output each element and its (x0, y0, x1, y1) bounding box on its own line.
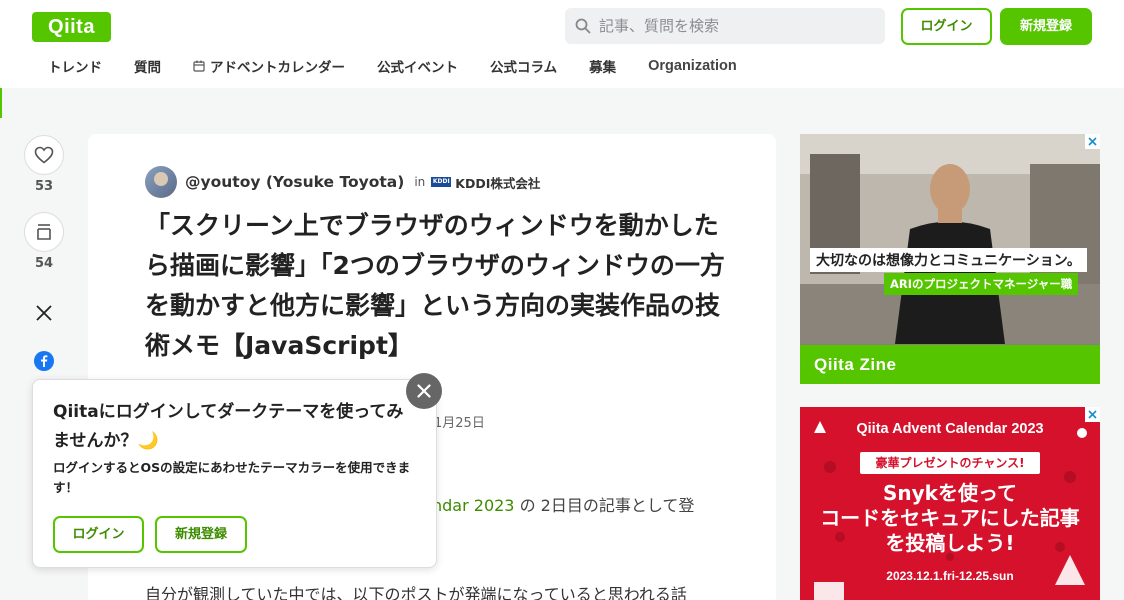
ad2-close-button[interactable] (1085, 407, 1100, 422)
ad1-subcaption: ARIのプロジェクトマネージャー職 (884, 273, 1079, 295)
heart-icon (34, 146, 54, 164)
share-facebook-button[interactable] (24, 347, 64, 375)
signup-button[interactable]: 新規登録 (1000, 8, 1092, 45)
author-name[interactable]: @youtoy (Yosuke Toyota) (185, 173, 404, 191)
close-icon (1088, 410, 1097, 419)
popup-description: ログインするとOSの設定にあわせたテーマカラーを使用できます！ (53, 460, 411, 495)
calendar-icon (193, 60, 205, 72)
popup-signup-button[interactable]: 新規登録 (155, 516, 247, 553)
nav-trend[interactable]: トレンド (48, 56, 102, 76)
ad2-line-3: を投稿しよう! (885, 531, 1015, 555)
stock-icon (37, 224, 51, 240)
dark-theme-popup: Qiitaにログインしてダークテーマを使ってみませんか？🌙 ログインするとOSの… (32, 379, 437, 568)
ad-advent-calendar[interactable]: Qiita Advent Calendar 2023 豪華プレゼントのチャンス!… (800, 407, 1100, 600)
ad-photo (800, 134, 1100, 344)
ad-qiita-zine[interactable]: 大切なのは想像力とコミュニケーション。 ARIのプロジェクトマネージャー職 Qi… (800, 134, 1100, 384)
nav-official-columns[interactable]: 公式コラム (490, 56, 557, 76)
search-input[interactable] (599, 17, 869, 35)
nav-advent-calendar[interactable]: アドベントカレンダー (193, 56, 345, 76)
ad2-line-1: Snykを使って (883, 481, 1017, 505)
main-nav: トレンド 質問 アドベントカレンダー 公式イベント 公式コラム 募集 Organ… (48, 56, 769, 76)
ad2-badge: 豪華プレゼントのチャンス! (860, 452, 1040, 474)
in-label: in (414, 175, 426, 189)
stock-button[interactable] (24, 212, 64, 252)
ad2-title: Qiita Advent Calendar 2023 (856, 421, 1044, 437)
popup-close-button[interactable] (406, 373, 442, 409)
article-title: 「スクリーン上でブラウザのウィンドウを動かしたら描画に影響」「2つのブラウザのウ… (145, 211, 725, 360)
ad1-brand: Qiita Zine (800, 345, 1100, 384)
org-name[interactable]: KDDI株式会社 (455, 173, 540, 192)
ad2-date: 2023.12.1.fri-12.25.sun (886, 569, 1014, 583)
side-actions: 53 54 (24, 135, 64, 271)
avatar[interactable] (145, 166, 177, 198)
like-button[interactable] (24, 135, 64, 175)
login-button[interactable]: ログイン (901, 8, 992, 45)
org-logo-icon: KDDI (431, 177, 452, 187)
popup-title: Qiitaにログインしてダークテーマを使ってみませんか？🌙 (53, 402, 404, 451)
facebook-icon (34, 351, 54, 371)
close-icon (1088, 137, 1097, 146)
ad1-close-button[interactable] (1085, 134, 1100, 149)
like-count: 53 (34, 179, 54, 194)
close-icon (417, 384, 431, 398)
nav-questions[interactable]: 質問 (134, 56, 161, 76)
ad1-caption: 大切なのは想像力とコミュニケーション。 (810, 248, 1087, 272)
x-icon (36, 305, 52, 321)
stock-count: 54 (34, 256, 54, 271)
popup-login-button[interactable]: ログイン (53, 516, 144, 553)
article-date: 1月25日 (434, 416, 485, 431)
article-intro: ndar 2023 の 2日目の記事として登 (432, 496, 695, 515)
search-icon (575, 18, 591, 34)
search-box[interactable] (565, 8, 885, 44)
progress-indicator (0, 88, 2, 118)
site-header: Qiita ログイン 新規登録 トレンド 質問 アドベントカレンダー 公式イベン… (0, 0, 1124, 88)
qiita-logo[interactable]: Qiita (32, 12, 111, 42)
article-paragraph: 自分が観測していた中では、以下のポストが発端になっていると思われる話 (145, 585, 687, 600)
advent-calendar-link[interactable]: ndar 2023 (432, 496, 514, 515)
ad2-line-2: コードをセキュアにした記事 (820, 506, 1080, 530)
nav-recruit[interactable]: 募集 (589, 56, 616, 76)
ad2-headline: Snykを使って コードをセキュアにした記事 を投稿しよう! (800, 481, 1100, 556)
nav-official-events[interactable]: 公式イベント (377, 56, 458, 76)
nav-organization[interactable]: Organization (648, 58, 737, 74)
author-line: @youtoy (Yosuke Toyota) in KDDI KDDI株式会社 (145, 166, 540, 198)
share-x-button[interactable] (24, 298, 64, 328)
